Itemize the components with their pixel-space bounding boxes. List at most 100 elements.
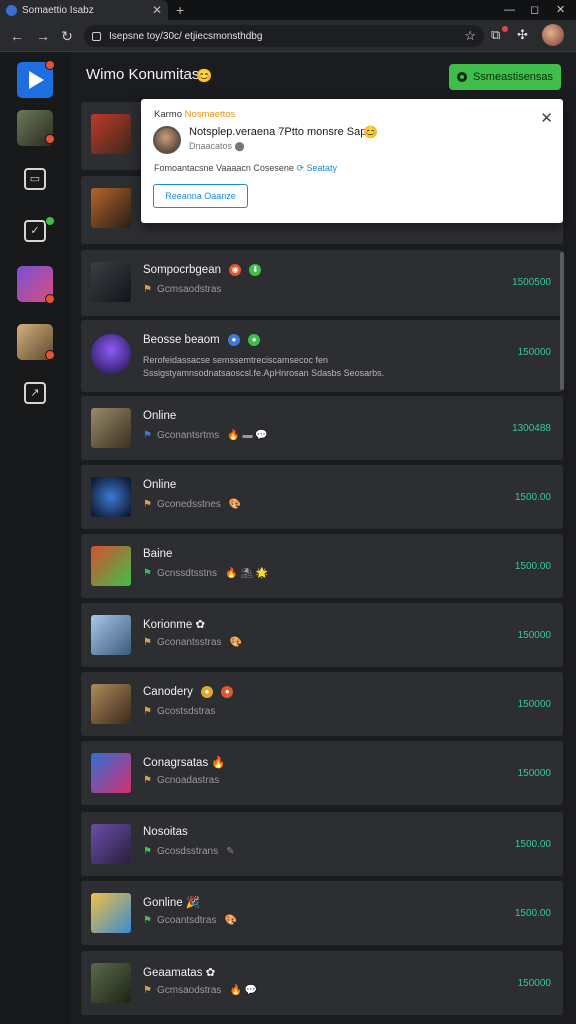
reload-icon[interactable]: ↻ <box>58 27 76 45</box>
pencil-icon: ✎ <box>226 846 235 857</box>
browser-tab[interactable]: Somaettio Isabz ✕ <box>0 0 168 20</box>
sidebar-badge <box>45 134 55 144</box>
reaction-icons: 🔥 ⛱ 🌟 <box>225 568 269 579</box>
game-avatar <box>91 893 131 933</box>
table-row[interactable]: Online ⚑ Gconantsrtms 🔥 ▬ 💬 1300488 <box>81 396 563 460</box>
game-avatar <box>91 188 131 228</box>
tag-icon: ⚑ <box>143 846 152 857</box>
row-amount: 150000 <box>517 978 551 989</box>
popup-header: Karmo Nosmaettos <box>154 109 236 120</box>
sidebar-checkbox-icon[interactable]: ✓ <box>24 220 46 242</box>
popup-link[interactable]: ⟳ Seataty <box>296 163 337 173</box>
popup-description: Fomoantacsne Vaaaacn Cosesene ⟳ Seataty <box>154 163 338 173</box>
back-arrow-icon[interactable]: ← <box>8 27 26 45</box>
row-title: Conagrsatas 🔥 <box>143 757 226 769</box>
row-subtitle: ⚑ Gcmsaodstras 🔥 💬 <box>143 985 258 996</box>
reaction-icons: 🎨 <box>229 637 242 648</box>
status-badge: ⬇ <box>249 264 262 276</box>
sidebar-badge <box>45 294 55 304</box>
browser-toolbar: ← → ↻ Isepsne toy/30c/ etjiecsmonsthdbg … <box>0 20 576 52</box>
smile-icon: 😊 <box>363 125 378 139</box>
game-avatar <box>91 753 131 793</box>
tag-icon: ⚑ <box>143 284 152 295</box>
row-amount: 1500.00 <box>514 908 551 919</box>
row-amount: 150000 <box>517 699 551 710</box>
maximize-icon[interactable]: ◻ <box>530 0 539 20</box>
game-avatar <box>91 684 131 724</box>
table-row[interactable]: Canodery ● ● ⚑ Gcostsdstras 150000 <box>81 672 563 736</box>
popup-title: Notsplep.veraena 7Ptto monsre Sap <box>189 126 367 138</box>
tag-icon: ⚑ <box>143 775 152 786</box>
party-icon: 🎉 <box>185 897 201 909</box>
row-title: Gonline 🎉 <box>143 897 201 909</box>
table-row[interactable]: Sompocrbgean ◉ ⬇ ⚑ Gcmsaodstras 1500500 <box>81 250 563 316</box>
row-title: Beosse beaom ● ● <box>143 334 261 346</box>
tab-close-icon[interactable]: ✕ <box>152 3 162 17</box>
reaction-icons: 🔥 💬 <box>229 985 258 996</box>
row-subtitle: ⚑ Gconantsstras 🎨 <box>143 637 242 648</box>
scrollbar[interactable] <box>560 252 564 390</box>
row-title: Korionme ✿ <box>143 619 206 631</box>
popup-action-button[interactable]: Reeanna Oaanze <box>153 184 248 208</box>
sidebar-badge <box>45 350 55 360</box>
status-badge: ● <box>227 334 240 346</box>
address-bar[interactable]: Isepsne toy/30c/ etjiecsmonsthdbg ☆ <box>84 25 484 47</box>
extension-badge <box>502 26 508 32</box>
sidebar-badge <box>45 60 55 70</box>
extension-puzzle-icon[interactable]: ⧉ <box>491 27 500 43</box>
action-icon <box>456 72 467 82</box>
bookmark-star-icon[interactable]: ☆ <box>464 28 476 44</box>
row-subtitle: ⚑ Gconantsrtms 🔥 ▬ 💬 <box>143 430 268 441</box>
status-badge: ● <box>221 686 234 698</box>
row-amount: 1300488 <box>512 423 551 434</box>
row-title: Online <box>143 479 177 491</box>
primary-action-button[interactable]: Ssmeastisensas <box>449 64 561 90</box>
forward-arrow-icon[interactable]: → <box>34 27 52 45</box>
row-amount: 150000 <box>517 630 551 641</box>
fire-icon: 🔥 <box>211 757 226 769</box>
close-icon[interactable]: ✕ <box>540 111 553 126</box>
row-title: Sompocrbgean ◉ ⬇ <box>143 264 262 276</box>
row-subtitle: ⚑ Gconedsstnes 🎨 <box>143 499 242 510</box>
tag-icon: ⚑ <box>143 430 152 441</box>
tag-icon: ⚑ <box>143 568 152 579</box>
table-row[interactable]: Baine ⚑ Gcnssdtsstns 🔥 ⛱ 🌟 1500.00 <box>81 534 563 598</box>
row-amount: 1500.00 <box>514 561 551 572</box>
lock-icon <box>92 31 101 41</box>
table-row[interactable]: Online ⚑ Gconedsstnes 🎨 1500.00 <box>81 465 563 529</box>
notification-popup: Karmo Nosmaettos ✕ Notsplep.veraena 7Ptt… <box>141 99 563 223</box>
window-close-icon[interactable]: ✕ <box>556 0 565 20</box>
table-row[interactable]: Nosoitas ⚑ Gcosdsstrans ✎ 1500.00 <box>81 812 563 876</box>
reaction-icons: 🎨 <box>228 499 242 510</box>
game-avatar <box>91 963 131 1003</box>
sidebar-badge <box>45 216 55 226</box>
table-row[interactable]: Geaamatas ✿ ⚑ Gcmsaodstras 🔥 💬 150000 <box>81 951 563 1015</box>
row-subtitle: ⚑ Gcosdsstrans ✎ <box>143 846 235 857</box>
game-avatar <box>91 114 131 154</box>
row-title: Nosoitas <box>143 826 188 838</box>
tag-icon: ⚑ <box>143 985 152 996</box>
status-badge: ● <box>201 686 214 698</box>
reaction-icons: 🔥 ▬ 💬 <box>227 430 268 441</box>
profile-avatar[interactable] <box>542 24 564 46</box>
primary-action-label: Ssmeastisensas <box>472 71 554 83</box>
sidebar-tv-icon[interactable]: ▭ <box>24 168 46 190</box>
popup-meta: Dnaacatos ⬤ <box>189 141 245 151</box>
sidebar-share-icon[interactable]: ↗ <box>24 382 46 404</box>
table-row[interactable]: Beosse beaom ● ● Rerofeidassacse semssem… <box>81 320 563 392</box>
table-row[interactable]: Gonline 🎉 ⚑ Gcoantsdtras 🎨 1500.00 <box>81 881 563 945</box>
game-avatar <box>91 477 131 517</box>
page-title: Wimo Konumitas <box>86 66 200 83</box>
extension-swirl-icon[interactable]: ✣ <box>517 27 528 43</box>
new-tab-button[interactable]: + <box>176 0 184 20</box>
row-title: Geaamatas ✿ <box>143 967 216 979</box>
row-amount: 1500.00 <box>514 839 551 850</box>
table-row[interactable]: Conagrsatas 🔥 ⚑ Gcnoadastras 150000 <box>81 741 563 805</box>
row-subtitle: ⚑ Gcmsaodstras <box>143 284 222 295</box>
app-sidebar <box>0 52 70 1024</box>
table-row[interactable]: Korionme ✿ ⚑ Gconantsstras 🎨 150000 <box>81 603 563 667</box>
status-badge: ● <box>248 334 261 346</box>
minimize-icon[interactable]: — <box>504 0 515 20</box>
row-subtitle: ⚑ Gcostsdstras <box>143 706 216 717</box>
tag-icon: ⚑ <box>143 499 152 510</box>
